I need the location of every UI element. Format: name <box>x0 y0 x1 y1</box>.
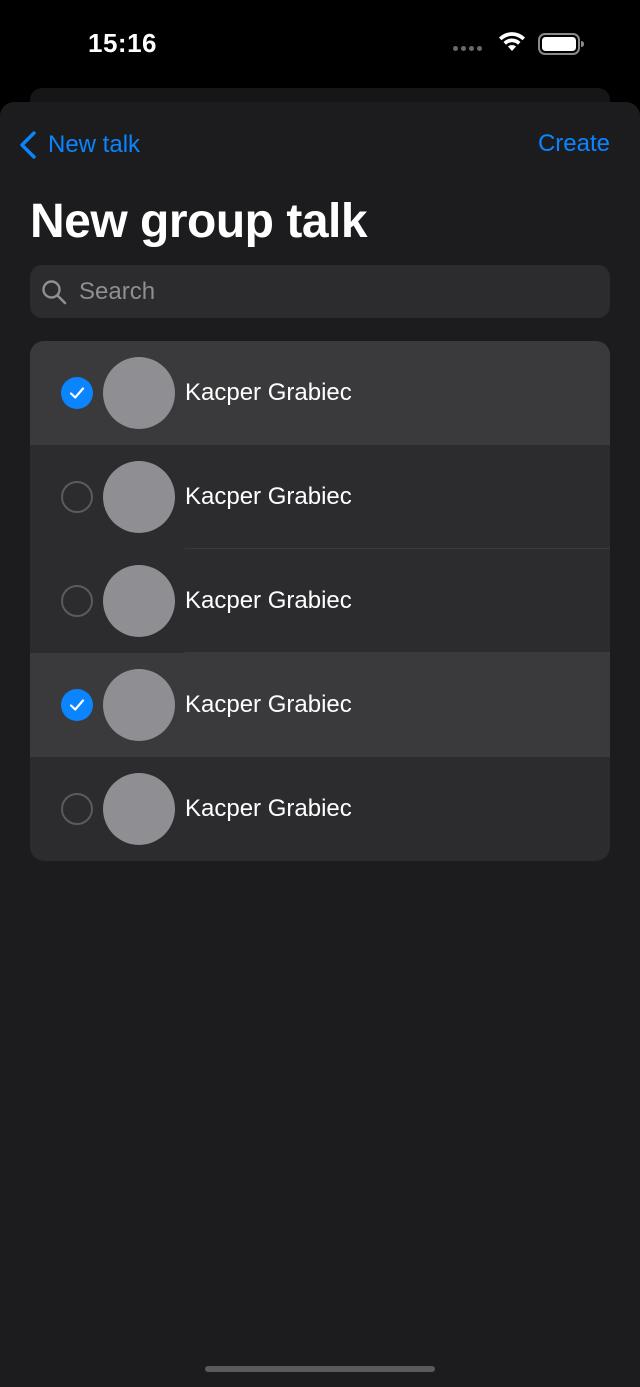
search-icon <box>42 279 67 304</box>
avatar <box>103 461 175 533</box>
signal-dots-icon <box>453 46 482 51</box>
avatar <box>103 357 175 429</box>
selection-checkbox[interactable] <box>61 481 93 513</box>
chevron-left-icon <box>20 131 36 159</box>
battery-icon <box>538 33 584 55</box>
contact-row[interactable]: Kacper Grabiec <box>30 653 610 757</box>
contact-list: Kacper Grabiec Kacper Grabiec Kacper Gra… <box>30 341 610 861</box>
checkmark-icon <box>69 387 85 399</box>
search-input[interactable] <box>77 276 581 307</box>
avatar <box>103 669 175 741</box>
selection-checkbox[interactable] <box>61 377 93 409</box>
contact-name: Kacper Grabiec <box>185 587 352 614</box>
avatar <box>103 565 175 637</box>
contact-name: Kacper Grabiec <box>185 691 352 718</box>
contact-row[interactable]: Kacper Grabiec <box>30 757 610 861</box>
contact-name: Kacper Grabiec <box>185 379 352 406</box>
back-button-label: New talk <box>48 131 141 158</box>
selection-checkbox[interactable] <box>61 585 93 617</box>
checkmark-icon <box>69 699 85 711</box>
back-button[interactable]: New talk <box>18 130 140 160</box>
search-bar[interactable] <box>30 265 610 318</box>
create-button[interactable]: Create <box>538 130 610 158</box>
contact-row[interactable]: Kacper Grabiec <box>30 341 610 445</box>
avatar <box>103 773 175 845</box>
new-group-talk-sheet: New talk Create New group talk Kacper Gr… <box>0 102 640 1387</box>
wifi-icon <box>499 32 525 51</box>
status-bar: 15:16 <box>0 0 640 88</box>
status-time: 15:16 <box>88 28 157 58</box>
contact-row[interactable]: Kacper Grabiec <box>30 445 610 549</box>
contact-row[interactable]: Kacper Grabiec <box>30 549 610 653</box>
home-indicator <box>205 1366 435 1372</box>
contact-name: Kacper Grabiec <box>185 483 352 510</box>
page-title: New group talk <box>30 195 368 248</box>
selection-checkbox[interactable] <box>61 689 93 721</box>
selection-checkbox[interactable] <box>61 793 93 825</box>
contact-name: Kacper Grabiec <box>185 795 352 822</box>
